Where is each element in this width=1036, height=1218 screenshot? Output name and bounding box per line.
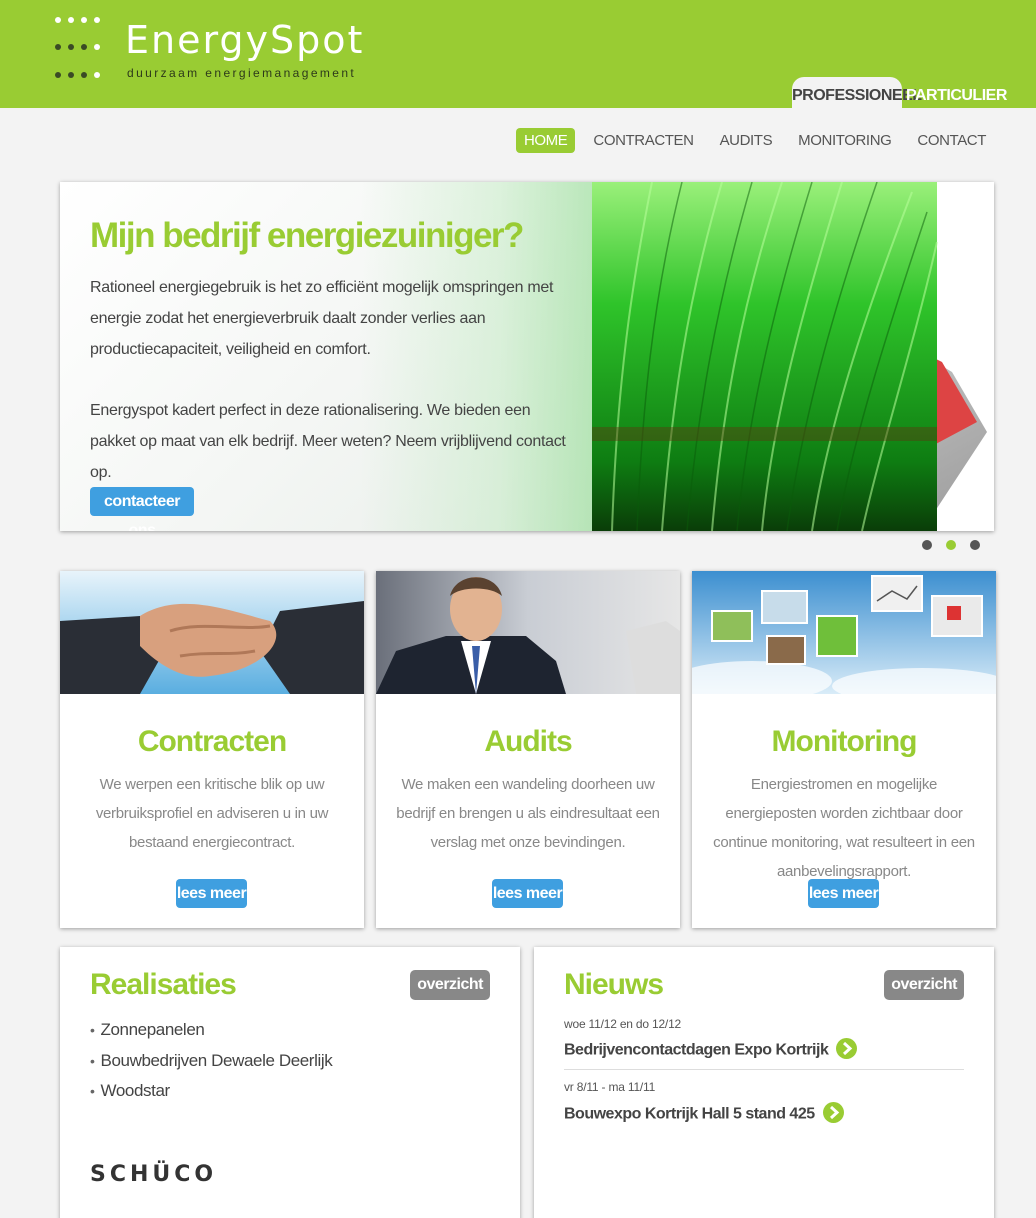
hero-image: [592, 182, 994, 531]
list-item[interactable]: Woodstar: [90, 1076, 332, 1107]
tab-professioneel-label: PROFESSIONEEL: [792, 87, 922, 104]
monitoring-image: [692, 571, 996, 704]
card-title: Contracten: [137, 725, 287, 758]
nieuws-panel: Nieuws overzicht woe 11/12 en do 12/12 B…: [534, 947, 994, 1218]
lees-meer-button[interactable]: lees meer: [176, 879, 247, 908]
slider-dots: [922, 540, 980, 550]
news-title: Bedrijvencontactdagen Expo Kortrijk: [564, 1041, 829, 1059]
main-nav: HOME CONTRACTEN AUDITS MONITORING CONTAC…: [506, 128, 994, 153]
card-text: We werpen een kritische blik op uw verbr…: [95, 776, 329, 851]
realisaties-overzicht-button[interactable]: overzicht: [410, 970, 490, 1000]
nav-item-home[interactable]: HOME: [515, 128, 576, 153]
slider-dot-1[interactable]: [922, 540, 932, 550]
news-item[interactable]: Bedrijvencontactdagen Expo Kortrijk: [564, 1038, 858, 1061]
nav-item-contracten[interactable]: CONTRACTEN: [585, 128, 701, 153]
card-title: Audits: [484, 725, 572, 758]
lees-meer-button[interactable]: lees meer: [808, 879, 879, 908]
card-text: We maken een wandeling doorheen uw bedri…: [396, 776, 660, 851]
card-monitoring: Monitoring Energiestromen en mogelijke e…: [692, 571, 996, 928]
list-item[interactable]: Bouwbedrijven Dewaele Deerlijk: [90, 1046, 333, 1077]
news-date: vr 8/11 - ma 11/11: [564, 1080, 656, 1094]
news-item[interactable]: Bouwexpo Kortrijk Hall 5 stand 425: [564, 1102, 844, 1125]
grass-tablet-image: [592, 182, 994, 531]
news-title: Bouwexpo Kortrijk Hall 5 stand 425: [564, 1105, 815, 1123]
hero-slider: Mijn bedrijf energiezuiniger? Rationeel …: [60, 182, 994, 531]
site-header: EnergySpot duurzaam energiemanagement PR…: [0, 0, 1036, 108]
contact-button[interactable]: contacteer ons: [90, 487, 194, 531]
news-date: woe 11/12 en do 12/12: [564, 1017, 682, 1031]
businessman-image: [376, 571, 680, 694]
logo-dots-icon: [55, 17, 107, 85]
tab-particulier[interactable]: PARTICULIER: [906, 77, 1007, 108]
lees-meer-button[interactable]: lees meer: [492, 879, 563, 908]
tab-professioneel[interactable]: PROFESSIONEEL: [792, 77, 922, 108]
card-text: Energiestromen en mogelijke energieposte…: [713, 776, 975, 880]
list-item[interactable]: Zonnepanelen: [90, 1015, 332, 1046]
logo-tagline: duurzaam energiemanagement: [127, 66, 357, 80]
handshake-image: [60, 571, 364, 694]
logo-name[interactable]: EnergySpot: [125, 18, 364, 62]
card-contracten: Contracten We werpen een kritische blik …: [60, 571, 364, 928]
nav-item-audits[interactable]: AUDITS: [712, 128, 781, 153]
hero-paragraph-2: Energyspot kadert perfect in deze ration…: [90, 402, 566, 481]
divider: [564, 1069, 964, 1070]
arrow-right-icon[interactable]: [822, 1102, 844, 1123]
slider-dot-3[interactable]: [970, 540, 980, 550]
hero-title: Mijn bedrijf energiezuiniger?: [90, 216, 524, 255]
realisaties-list: Zonnepanelen Bouwbedrijven Dewaele Deerl…: [90, 1015, 333, 1107]
nieuws-overzicht-button[interactable]: overzicht: [884, 970, 964, 1000]
schuco-logo[interactable]: SCHÜCO: [90, 1162, 217, 1187]
hero-paragraph-1: Rationeel energiegebruik is het zo effic…: [90, 279, 554, 358]
realisaties-panel: Realisaties overzicht Zonnepanelen Bouwb…: [60, 947, 520, 1218]
realisaties-title: Realisaties: [90, 968, 237, 1001]
nav-item-contact[interactable]: CONTACT: [909, 128, 994, 153]
arrow-right-icon[interactable]: [836, 1038, 858, 1059]
nav-item-monitoring[interactable]: MONITORING: [790, 128, 899, 153]
card-audits: Audits We maken een wandeling doorheen u…: [376, 571, 680, 928]
slider-dot-2[interactable]: [946, 540, 956, 550]
card-title: Monitoring: [771, 725, 918, 758]
nieuws-title: Nieuws: [564, 968, 664, 1001]
